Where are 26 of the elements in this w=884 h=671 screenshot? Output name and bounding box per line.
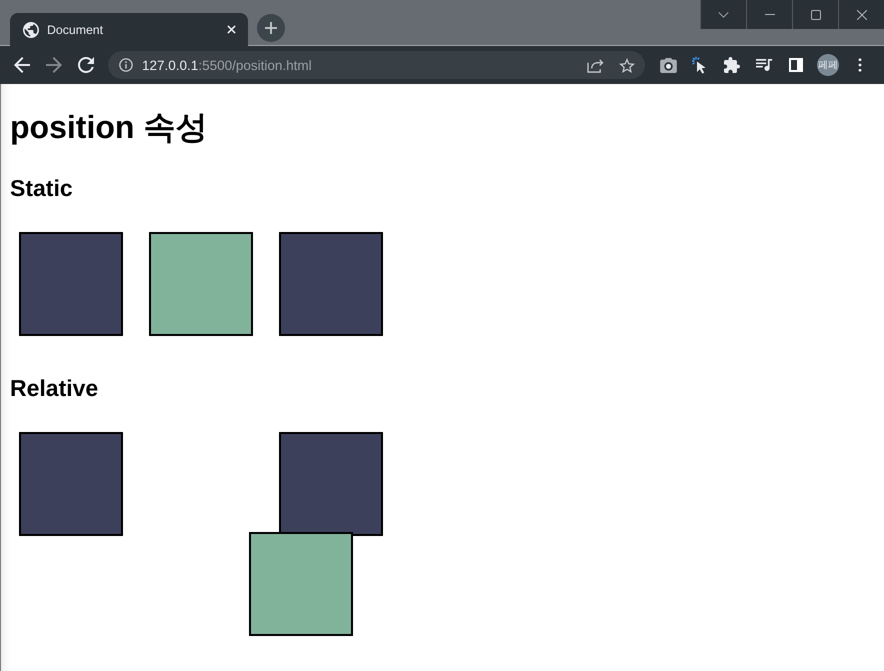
- section-heading: Relative: [10, 374, 100, 402]
- section-heading: Static: [10, 174, 74, 202]
- maximize-button[interactable]: [792, 0, 838, 29]
- puzzle-icon[interactable]: [724, 57, 740, 73]
- info-icon[interactable]: [119, 58, 133, 72]
- share-icon[interactable]: [587, 58, 604, 72]
- close-icon: [856, 10, 866, 20]
- chevron-down-icon: [718, 12, 729, 18]
- back-arrow-icon[interactable]: [14, 57, 30, 73]
- camera-icon[interactable]: [660, 58, 676, 72]
- more-menu-icon[interactable]: [858, 58, 862, 72]
- plus-icon: [265, 22, 277, 34]
- address-bar[interactable]: 127.0.0.1:5500/position.html: [108, 51, 645, 79]
- minimize-icon: [764, 14, 774, 15]
- new-tab-button[interactable]: [257, 14, 285, 42]
- window-close-button[interactable]: [838, 0, 884, 29]
- url-text: 127.0.0.1:5500/position.html: [142, 58, 312, 72]
- side-panel-icon[interactable]: [789, 58, 803, 72]
- maximize-icon: [810, 10, 820, 20]
- star-icon[interactable]: [619, 58, 635, 72]
- browser-tab[interactable]: Document: [10, 13, 248, 46]
- reload-icon[interactable]: [78, 57, 94, 73]
- close-icon[interactable]: [227, 25, 236, 34]
- globe-icon: [23, 22, 39, 38]
- page-heading: position 속성: [10, 108, 208, 147]
- playlist-icon[interactable]: [756, 59, 772, 71]
